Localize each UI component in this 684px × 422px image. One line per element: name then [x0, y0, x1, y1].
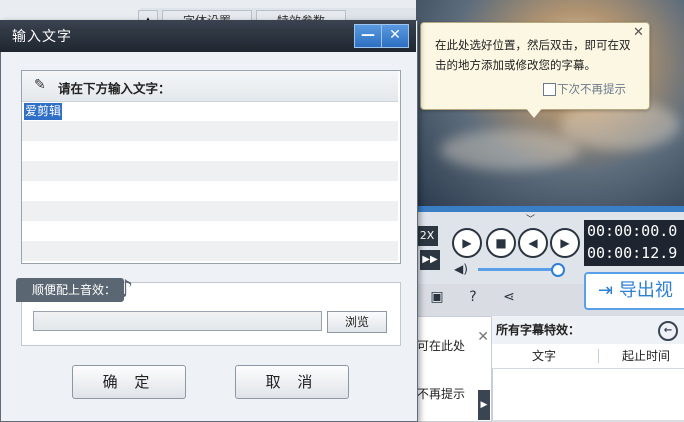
volume-slider[interactable] — [478, 268, 556, 271]
cloud-decoration — [440, 130, 580, 170]
edit-icon: ✎ — [34, 77, 46, 93]
input-line — [22, 121, 398, 141]
dont-show-label[interactable]: 下次不再提示 — [557, 81, 626, 97]
partial-dont-show: 不再提示 — [417, 387, 466, 401]
cancel-button[interactable]: 取 消 — [235, 365, 349, 399]
close-button[interactable]: ✕ — [381, 24, 409, 48]
tooltip-text: 在此处选好位置，然后双击，即可在双击的地方添加或修改您的字幕。 — [435, 38, 631, 72]
volume-icon[interactable]: ◀) — [454, 262, 468, 276]
stop-icon[interactable]: ■ — [486, 228, 516, 258]
ok-button[interactable]: 确 定 — [72, 365, 186, 399]
effects-panel-title: 所有字幕特效： — [496, 323, 581, 337]
expand-arrow-icon[interactable]: ▶ — [478, 390, 490, 420]
share-icon[interactable]: ⋖ — [500, 288, 518, 306]
play-icon[interactable]: ▶ — [452, 228, 482, 258]
time-total: 00:00:12.9 — [587, 244, 678, 262]
col-start-time: 起止时间 — [622, 349, 671, 363]
time-display: 00:00:00.0 00:00:12.9 — [584, 220, 684, 266]
close-icon[interactable]: ✕ — [477, 329, 489, 345]
hint-tooltip: 在此处选好位置，然后双击，即可在双击的地方添加或修改您的字幕。 ✕ 下次不再提示 — [420, 22, 650, 110]
next-frame-icon[interactable]: ▶ — [550, 228, 580, 258]
export-icon: ⇥ — [598, 280, 614, 301]
column-divider — [598, 349, 599, 363]
input-label: 请在下方输入文字： — [58, 81, 171, 96]
prev-frame-icon[interactable]: ◀ — [518, 228, 548, 258]
browse-button[interactable]: 浏览 — [327, 311, 387, 333]
dialog-title: 输入文字 — [12, 29, 72, 45]
time-current: 00:00:00.0 — [587, 222, 678, 240]
export-button[interactable]: ⇥ 导出视 — [584, 272, 684, 310]
speed-button[interactable]: 2X — [416, 226, 438, 246]
sound-label: 顺便配上音效： — [16, 278, 124, 302]
dont-show-checkbox[interactable] — [543, 83, 556, 96]
chevron-down-icon[interactable]: ﹀ — [526, 212, 535, 225]
input-line — [22, 161, 398, 181]
input-line — [22, 241, 398, 261]
typed-text[interactable]: 爱剪辑 — [24, 103, 63, 120]
help-icon[interactable]: ? — [464, 288, 482, 306]
volume-knob[interactable] — [551, 263, 565, 277]
input-line — [22, 201, 398, 221]
close-icon[interactable]: ✕ — [633, 26, 645, 39]
tooltip-pointer — [524, 106, 544, 118]
fast-forward-icon[interactable]: ▶▶ — [420, 250, 440, 270]
export-label: 导出视 — [618, 280, 673, 301]
effects-panel-header: 所有字幕特效： ← — [492, 316, 684, 345]
music-note-icon: ♪ — [118, 275, 134, 303]
sound-path-input[interactable] — [33, 311, 322, 331]
col-text: 文字 — [532, 349, 557, 363]
back-icon[interactable]: ← — [658, 321, 678, 341]
effects-table-header: 文字 起止时间 — [492, 344, 684, 369]
timeline-bar[interactable] — [416, 206, 684, 212]
partial-hint-text: 可在此处 — [417, 339, 466, 353]
minimize-button[interactable]: — — [354, 24, 382, 48]
save-icon[interactable]: ▣ — [428, 288, 446, 306]
